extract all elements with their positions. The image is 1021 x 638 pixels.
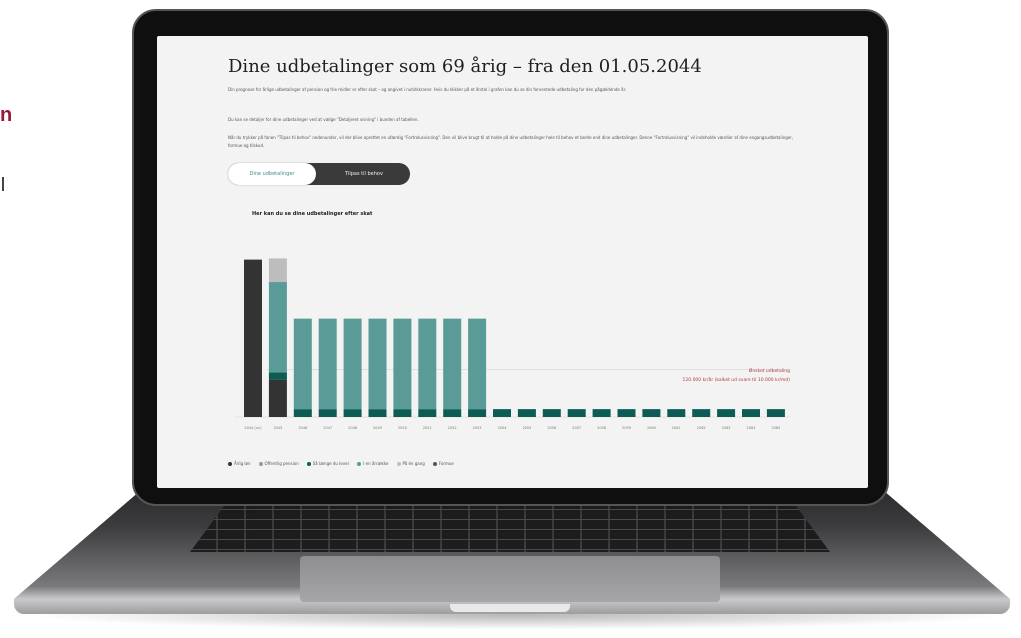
bar-i-en-rr-kke-9[interactable] [468,318,487,410]
bar-p-n-gang-1[interactable] [268,258,287,283]
tick-label-15[interactable]: 2059 [622,426,631,430]
chart-legend: Årlig løn Offentlig pension Så længe du le… [228,461,462,466]
bar-s-l-nge-du-lever-13[interactable] [567,409,586,417]
annotation-line-2: 120.000 kr/år (kalket ud svare til 10.00… [683,376,791,383]
tick-label-7[interactable]: 2051 [423,426,432,430]
tick-label-8[interactable]: 2052 [448,426,457,430]
side-brand-letter: n [0,104,13,126]
bar-s-l-nge-du-lever-18[interactable] [692,409,711,417]
legend-swatch [432,462,437,466]
keyboard-rows [190,500,830,552]
trackpad [300,556,720,602]
bar-s-l-nge-du-lever-7[interactable] [418,409,437,417]
legend-item-s-l-nge-du-lever[interactable]: Så længe du lever [306,461,350,466]
legend-label: Så længe du lever [312,461,350,466]
bar-s-l-nge-du-lever-11[interactable] [517,409,536,417]
legend-item-offentlig-pension[interactable]: Offentlig pension [258,461,299,466]
legend-label: I en årrække [363,461,389,466]
bar-s-l-nge-du-lever-10[interactable] [493,409,511,417]
bar-s-l-nge-du-lever-9[interactable] [468,409,487,417]
tick-label-20[interactable]: 2064 [747,426,757,430]
legend-item--rlig-l-n[interactable]: Årlig løn [228,461,251,466]
bar-s-l-nge-du-lever-2[interactable] [293,409,312,417]
legend-item-i-en-rr-kke[interactable]: I en årrække [357,461,389,466]
legend-swatch [258,462,263,466]
bar-s-l-nge-du-lever-6[interactable] [393,409,412,417]
bar-s-l-nge-du-lever-17[interactable] [667,409,686,417]
legend-item-p-n-gang[interactable]: På én gang [396,461,425,466]
tick-label-21[interactable]: 2065 [771,426,780,430]
bar-s-l-nge-du-lever-8[interactable] [443,409,462,417]
tick-label-3[interactable]: 2047 [323,426,332,430]
legend-label: Formue [438,461,454,466]
tick-label-10[interactable]: 2054 [498,426,508,430]
bar-i-en-rr-kke-4[interactable] [343,318,362,410]
legend-swatch [306,462,311,466]
bar-i-en-rr-kke-6[interactable] [393,318,412,410]
screen: Dine udbetalinger som 69 årig – fra den … [157,36,868,488]
tick-label-18[interactable]: 2062 [697,426,706,430]
tick-label-19[interactable]: 2063 [722,426,731,430]
bar-s-l-nge-du-lever-12[interactable] [542,409,561,417]
tick-label-12[interactable]: 2056 [547,426,556,430]
tick-label-11[interactable]: 2055 [522,426,531,430]
tick-label-17[interactable]: 2061 [672,426,681,430]
tick-label-4[interactable]: 2048 [348,426,357,430]
tick-label-14[interactable]: 2058 [597,426,606,430]
bar-s-l-nge-du-lever-14[interactable] [592,409,611,417]
legend-label: Offentlig pension [264,461,299,466]
tick-label-16[interactable]: 2060 [647,426,656,430]
bar-s-l-nge-du-lever-19[interactable] [717,409,736,417]
bar-s-l-nge-du-lever-1[interactable] [268,372,287,380]
bar-i-en-rr-kke-3[interactable] [318,318,337,410]
bar--rlig-l-n-1[interactable] [268,379,287,417]
bar-s-l-nge-du-lever-4[interactable] [343,409,362,417]
payout-chart: 2044 (nu) 2045 2046 2047 2048 2049 2050 2051 205… [235,258,791,430]
tick-label-2[interactable]: 2046 [298,426,307,430]
tick-label-6[interactable]: 2050 [398,426,407,430]
tick-label-13[interactable]: 2057 [572,426,581,430]
legend-label: På én gang [402,461,425,466]
bar-i-en-rr-kke-2[interactable] [293,318,312,410]
bar-i-en-rr-kke-1[interactable] [268,282,287,373]
bar-s-l-nge-du-lever-20[interactable] [742,409,760,417]
legend-swatch [228,462,232,466]
tick-label-9[interactable]: 2053 [473,426,482,430]
tick-label-0[interactable]: 2044 (nu) [244,426,262,430]
bar-i-en-rr-kke-5[interactable] [368,318,387,410]
bar-i-en-rr-kke-7[interactable] [418,318,437,410]
bar-s-l-nge-du-lever-15[interactable] [617,409,636,417]
side-divider [2,177,4,191]
bar-s-l-nge-du-lever-3[interactable] [318,409,337,417]
bar--rlig-l-n-0[interactable] [244,259,262,417]
bar-s-l-nge-du-lever-5[interactable] [368,409,387,417]
tick-label-5[interactable]: 2049 [373,426,382,430]
bar-s-l-nge-du-lever-21[interactable] [766,409,785,417]
tick-label-1[interactable]: 2045 [273,426,282,430]
legend-label: Årlig løn [234,461,251,466]
laptop-notch [450,604,570,612]
legend-swatch [396,462,401,466]
bar-i-en-rr-kke-8[interactable] [443,318,462,410]
bar-s-l-nge-du-lever-16[interactable] [642,409,661,417]
legend-item-formue[interactable]: Formue [432,461,454,466]
legend-swatch [357,462,362,466]
annotation-line-1: Ønsket udbetaling [749,367,790,374]
